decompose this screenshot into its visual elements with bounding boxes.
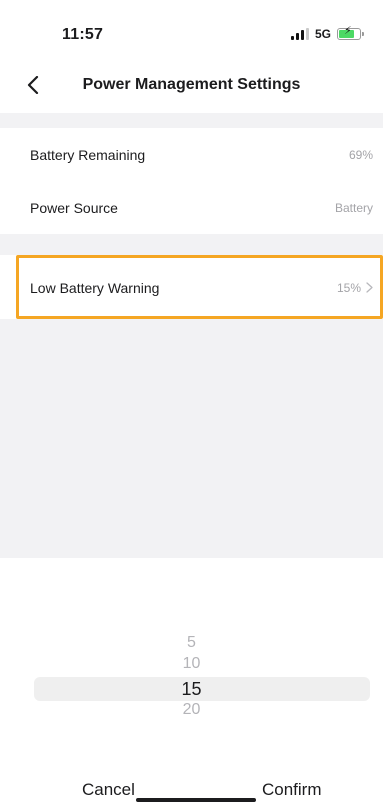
network-label: 5G (314, 27, 331, 41)
status-time: 11:57 (62, 26, 104, 43)
battery-remaining-value: 69% (348, 147, 373, 162)
settings-group-status: Battery Remaining 69% Power Source Batte… (0, 128, 383, 234)
nav-bar: Power Management Settings (0, 62, 383, 110)
status-icons: 5G ⚡ (290, 26, 364, 41)
picker-option[interactable]: 10 (0, 654, 383, 674)
battery-charging-icon: ⚡ (337, 26, 364, 40)
highlight-box (16, 255, 383, 319)
battery-remaining-row: Battery Remaining 69% (0, 128, 383, 181)
battery-remaining-label: Battery Remaining (30, 146, 146, 163)
status-bar: 11:57 5G ⚡ (0, 0, 383, 60)
page-title: Power Management Settings (82, 76, 301, 93)
power-source-value: Battery (334, 200, 373, 215)
home-indicator (136, 798, 256, 802)
confirm-button[interactable]: Confirm (262, 780, 322, 800)
signal-icon (290, 28, 309, 40)
picker-option[interactable]: 5 (0, 633, 383, 653)
cancel-button[interactable]: Cancel (82, 780, 135, 800)
power-source-label: Power Source (30, 199, 118, 216)
picker-option-selected[interactable]: 15 (0, 678, 383, 700)
warning-level-picker: 5 10 15 20 Cancel Confirm (0, 558, 383, 803)
picker-option[interactable]: 20 (0, 700, 383, 720)
power-source-row: Power Source Battery (0, 181, 383, 234)
